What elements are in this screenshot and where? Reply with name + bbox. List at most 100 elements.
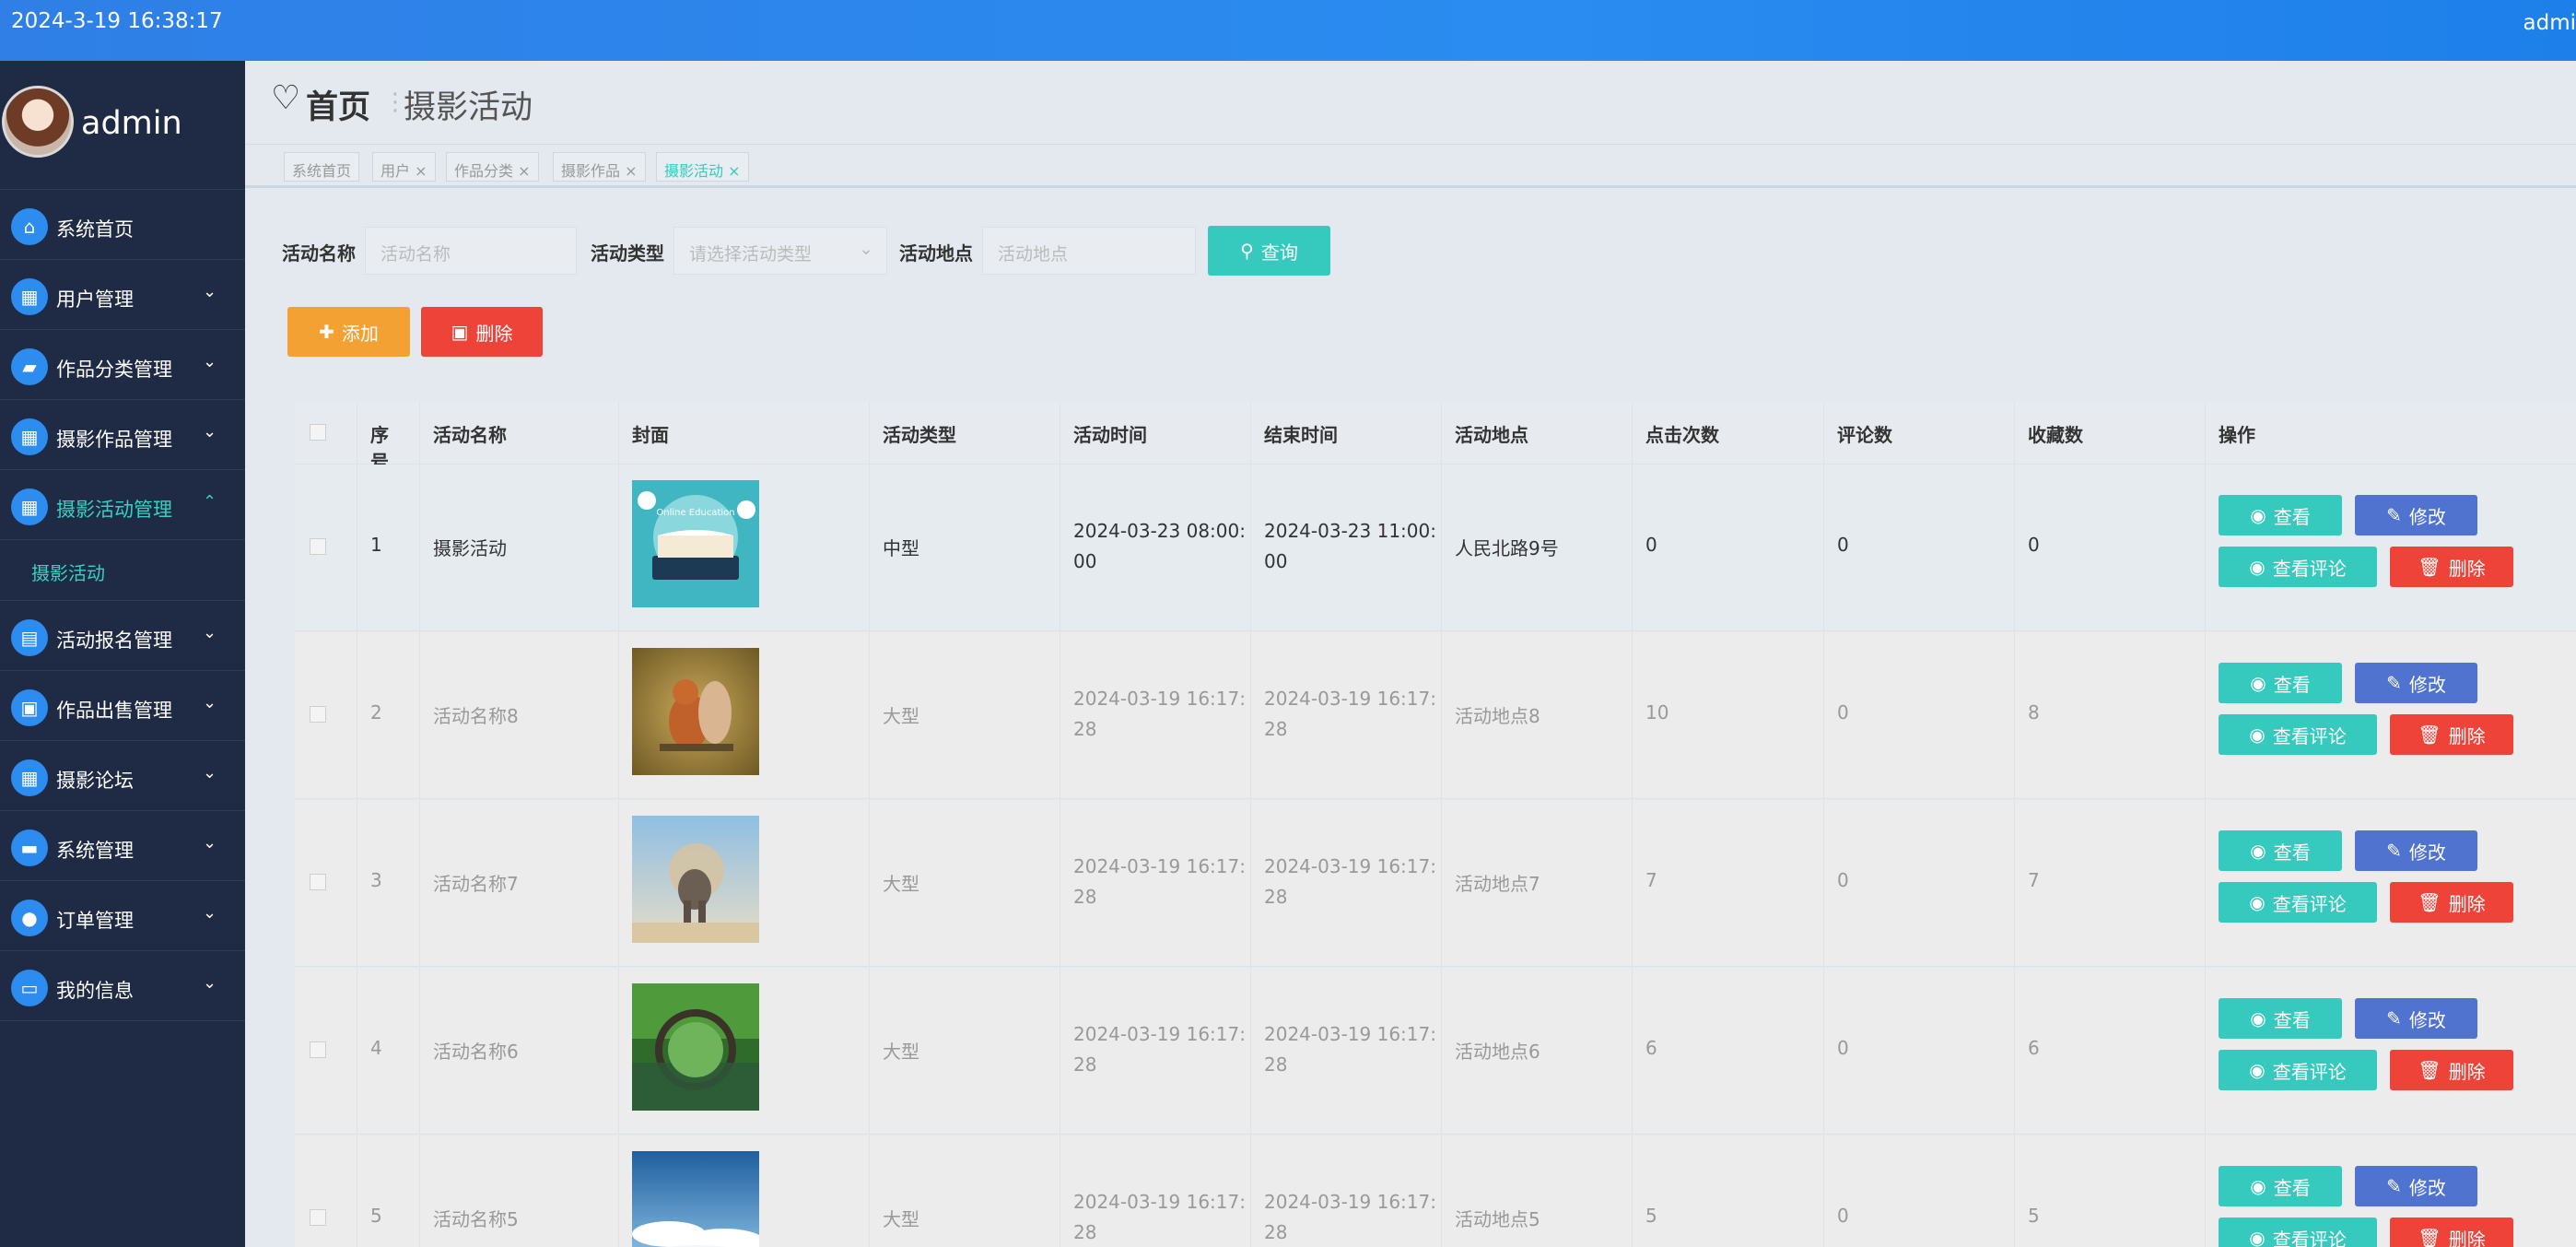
view-button[interactable]: ◉ 查看: [2219, 830, 2342, 871]
row-checkbox[interactable]: [310, 1209, 326, 1226]
header-cell: 封面: [619, 402, 870, 464]
sidebar-item-2[interactable]: ▰ 作品分类管理 ⌄: [0, 330, 245, 400]
delete-label: 删除: [2448, 724, 2486, 747]
view-button[interactable]: ◉ 查看: [2219, 663, 2342, 703]
sidebar-item-8[interactable]: ▬ 系统管理 ⌄: [0, 811, 245, 881]
bulk-delete-button[interactable]: ▣ 删除: [421, 307, 543, 357]
row-checkbox[interactable]: [310, 874, 326, 890]
edit-button[interactable]: ✎ 修改: [2355, 830, 2477, 871]
delete-button[interactable]: 🗑 删除: [2390, 1050, 2513, 1090]
select-all-checkbox[interactable]: [310, 424, 326, 441]
place-cell: 活动地点7: [1442, 800, 1633, 966]
start-time-cell: 2024-03-19 16:17:28: [1060, 800, 1251, 966]
sidebar-item-3[interactable]: ▦ 摄影作品管理 ⌄: [0, 400, 245, 470]
sidebar-item-0[interactable]: ⌂ 系统首页: [0, 190, 245, 260]
operations-cell: ◉ 查看 ✎ 修改 ◉ 查看评论 🗑 删除: [2206, 632, 2576, 798]
place-cell: 活动地点5: [1442, 1135, 1633, 1247]
activity-name-input[interactable]: 活动名称: [365, 227, 577, 275]
user-menu[interactable]: admi: [2523, 11, 2576, 35]
view-comments-label: 查看评论: [2272, 1228, 2347, 1247]
sidebar-item-label: 作品出售管理: [56, 700, 172, 722]
tab-activities[interactable]: 摄影活动 ×: [656, 152, 749, 182]
comment-count: 0: [1837, 534, 1849, 556]
view-button[interactable]: ◉ 查看: [2219, 495, 2342, 535]
favorite-count: 5: [2028, 1205, 2040, 1227]
sidebar-item-9[interactable]: ● 订单管理 ⌄: [0, 881, 245, 951]
chevron-icon: ⌄: [203, 422, 217, 441]
row-checkbox[interactable]: [310, 1041, 326, 1058]
edit-label: 修改: [2408, 673, 2446, 696]
view-comments-button[interactable]: ◉ 查看评论: [2219, 1050, 2377, 1090]
tab-home[interactable]: 系统首页: [284, 152, 360, 182]
activity-name: 活动名称8: [433, 705, 519, 727]
row-checkbox[interactable]: [310, 706, 326, 723]
activity-type-select[interactable]: 请选择活动类型 ⌄: [673, 227, 887, 275]
edit-button[interactable]: ✎ 修改: [2355, 495, 2477, 535]
eye-icon: ◉: [2249, 1059, 2266, 1081]
start-time-cell: 2024-03-19 16:17:28: [1060, 632, 1251, 798]
sidebar-item-5[interactable]: ▤ 活动报名管理 ⌄: [0, 601, 245, 671]
view-comments-button[interactable]: ◉ 查看评论: [2219, 547, 2377, 587]
row-checkbox[interactable]: [310, 538, 326, 555]
activity-type: 大型: [883, 1041, 919, 1063]
bulk-delete-label: 删除: [475, 322, 513, 345]
view-comments-label: 查看评论: [2272, 1060, 2347, 1083]
row-number-cell: 5: [357, 1135, 420, 1247]
add-button[interactable]: ✚ 添加: [287, 307, 410, 357]
row-number-cell: 4: [357, 968, 420, 1134]
start-time-cell: 2024-03-19 16:17:28: [1060, 1135, 1251, 1247]
grid-icon: ▦: [11, 759, 48, 796]
sidebar-item-label: 系统首页: [56, 218, 134, 241]
tab-categories[interactable]: 作品分类 ×: [446, 152, 539, 182]
activity-place-input[interactable]: 活动地点: [982, 227, 1196, 275]
end-time: 2024-03-19 16:17:28: [1264, 688, 1436, 740]
tab-users[interactable]: 用户 ×: [372, 152, 436, 182]
activity-name: 摄影活动: [433, 537, 507, 559]
view-comments-button[interactable]: ◉ 查看评论: [2219, 882, 2377, 923]
eye-icon: ◉: [2250, 840, 2266, 862]
query-button[interactable]: ⚲ 查询: [1208, 226, 1330, 276]
row-number: 4: [370, 1037, 382, 1059]
activity-name: 活动名称5: [433, 1208, 519, 1230]
view-button[interactable]: ◉ 查看: [2219, 998, 2342, 1039]
submenu-activities[interactable]: 摄影活动: [0, 540, 245, 601]
activity-place: 人民北路9号: [1455, 537, 1559, 559]
activity-name-cell: 活动名称8: [420, 632, 619, 798]
sidebar-item-1[interactable]: ▦ 用户管理 ⌄: [0, 260, 245, 330]
edit-button[interactable]: ✎ 修改: [2355, 663, 2477, 703]
sidebar-item-6[interactable]: ▣ 作品出售管理 ⌄: [0, 671, 245, 741]
view-comments-button[interactable]: ◉ 查看评论: [2219, 1218, 2377, 1247]
sidebar-item-10[interactable]: ▭ 我的信息 ⌄: [0, 951, 245, 1021]
delete-button[interactable]: 🗑 删除: [2390, 547, 2513, 587]
row-number: 5: [370, 1205, 382, 1227]
sidebar-item-4[interactable]: ▦ 摄影活动管理 ⌃: [0, 470, 245, 540]
view-comments-button[interactable]: ◉ 查看评论: [2219, 714, 2377, 755]
delete-button[interactable]: 🗑 删除: [2390, 1218, 2513, 1247]
start-time: 2024-03-19 16:17:28: [1073, 688, 1246, 740]
delete-label: 删除: [2448, 1060, 2486, 1083]
start-time: 2024-03-19 16:17:28: [1073, 1191, 1246, 1243]
favorite-count: 8: [2028, 701, 2040, 723]
view-button[interactable]: ◉ 查看: [2219, 1166, 2342, 1206]
edit-button[interactable]: ✎ 修改: [2355, 1166, 2477, 1206]
activity-type: 中型: [883, 537, 919, 559]
comments-cell: 0: [1824, 1135, 2015, 1247]
delete-button[interactable]: 🗑 删除: [2390, 882, 2513, 923]
row-number: 2: [370, 701, 382, 723]
tab-works[interactable]: 摄影作品 ×: [553, 152, 646, 182]
avatar: [2, 86, 74, 158]
activity-name-label: 活动名称: [282, 242, 356, 265]
page-title: 摄影活动: [404, 89, 533, 126]
squirrel-photo: [632, 648, 759, 775]
activity-type-cell: 大型: [870, 1135, 1060, 1247]
breadcrumb-home[interactable]: 首页: [306, 81, 370, 128]
sidebar-item-label: 摄影论坛: [56, 770, 134, 792]
delete-button[interactable]: 🗑 删除: [2390, 714, 2513, 755]
place-cell: 活动地点8: [1442, 632, 1633, 798]
favorites-cell: 6: [2015, 968, 2206, 1134]
sidebar-item-7[interactable]: ▦ 摄影论坛 ⌄: [0, 741, 245, 811]
row-number-cell: 3: [357, 800, 420, 966]
chevron-icon: ⌄: [203, 693, 217, 712]
edit-button[interactable]: ✎ 修改: [2355, 998, 2477, 1039]
operations-cell: ◉ 查看 ✎ 修改 ◉ 查看评论 🗑 删除: [2206, 800, 2576, 966]
